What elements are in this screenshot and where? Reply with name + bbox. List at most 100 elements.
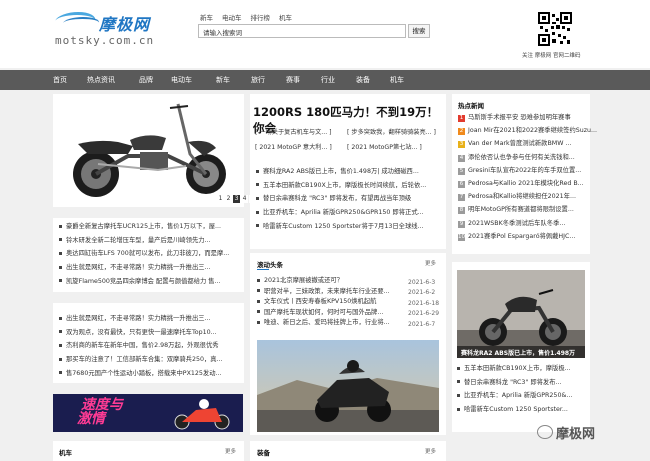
hot-news-item[interactable]: 2 Joan Mir在2021和2022赛季继续签约Suzu... [458, 125, 598, 136]
slider-dot-active[interactable]: 3 [233, 195, 240, 203]
search-input[interactable]: 请输入搜索词 [198, 24, 406, 38]
hero-slider[interactable]: 1 2 3 4 5 [53, 94, 256, 207]
hot-news-item[interactable]: 9 2021WSBK冬季测试后车队冬季... [458, 218, 565, 228]
list-item[interactable]: 赛科龙RA2 ABS版已上市，售价1.498万| 成功细磁西... [256, 165, 444, 179]
hot-news-item[interactable]: 6 Pedrosa与Kallio 2021年模块化Red B... [458, 178, 584, 188]
date: 2021-6-7 [408, 321, 436, 328]
toplink[interactable]: 排行榜 [251, 12, 271, 22]
nav-item-industry[interactable]: 行业 [321, 70, 335, 90]
list-item[interactable]: 哈雷新车Custom 1250 Sportster将于7月13日全球线... [256, 220, 444, 234]
touring-motorcycle-image [257, 340, 439, 432]
banner-text-2: 激情 [77, 411, 105, 427]
slider-dot[interactable]: 2 [225, 195, 232, 203]
headline-link[interactable]: [ 2021 MotoGP第七站... ] [347, 142, 422, 151]
toplink[interactable]: 电动车 [222, 12, 242, 22]
search-button[interactable]: 搜索 [408, 24, 430, 38]
right-photo-panel: 赛科龙RA2 ABS版已上市，售价1.498万 五羊本田新款CB190X上市，摩… [452, 262, 590, 432]
hot-news-title: 马斯斯手术报平安 恐难参加明年赛事 [468, 114, 571, 121]
list-item[interactable]: 文车仪式丨西安寿春板KPV150焕机起航 [257, 297, 407, 308]
section-title: 滚动头条 [257, 261, 283, 269]
list-item[interactable]: 职营对半，三妹政策，未来摩托车行业还要... [257, 287, 407, 298]
list-item[interactable]: 2021北京摩展被撤或还可？ [257, 276, 407, 287]
slider-dot[interactable]: 4 [241, 195, 248, 203]
hot-news-item[interactable]: 1 马斯斯手术报平安 恐难参加明年赛事 [458, 112, 571, 122]
section-underline [257, 269, 269, 270]
list-item[interactable]: 凯旋Flame500竞品四余摩博会 配置与颜值都给力 售... [59, 275, 241, 289]
nav-item-home[interactable]: 首页 [53, 70, 67, 90]
banner-rider-icon [174, 399, 230, 430]
nav-item-travel[interactable]: 旅行 [251, 70, 265, 90]
hot-news-title: 2021WSBK冬季测试后车队冬季... [468, 219, 566, 227]
hot-news-title: Gresini车队宣布2022年的车手双位置... [468, 166, 582, 174]
nav-item-brand[interactable]: 品牌 [139, 70, 153, 90]
toplink[interactable]: 新车 [200, 12, 213, 22]
list-item[interactable]: 那买车的注意了！工信部新车合集：双摩骑兵250，真... [59, 353, 241, 367]
motorcycle-image [58, 94, 238, 204]
list-item[interactable]: 出生就是网红，不走寻常路！实力精挑一升推出三... [59, 312, 241, 326]
left-news-list-a: 豪爵全新复古摩托车UCR125上市，售价1万以下，屋... 铃木研发全新二轮增压… [53, 218, 244, 292]
hot-news-item[interactable]: 10 2021赛季Pol Espargaró将佩戴HJC... [458, 231, 575, 241]
slider-dot[interactable]: 1 [217, 195, 224, 203]
more-link[interactable]: 更多 [425, 447, 436, 455]
hot-news-title: 添伦依否认也争参与任何有关洗钱和... [468, 153, 575, 161]
hot-news-item[interactable]: 7 Pedrosa和Kallio将继续担任2021年... [458, 191, 576, 202]
nav-item-moto[interactable]: 机车 [390, 70, 404, 90]
main-nav: 首页 热点资讯 品牌 电动车 新车 旅行 赛事 行业 装备 机车 [0, 70, 650, 90]
list-item[interactable]: 比亚乔机车：Aprilia 新版GPR250&... [457, 389, 587, 403]
section-gear: 装备 更多 [250, 441, 446, 461]
motorcycle-photo[interactable] [457, 270, 585, 358]
hot-news-title: Joan Mir在2021和2022赛季继续签约Suzu... [468, 127, 598, 135]
watermark-icon [537, 425, 553, 439]
site-logo[interactable]: 摩极网 motsky.com.cn [51, 8, 170, 48]
ad-banner[interactable]: 速度与 激情 [53, 394, 243, 432]
list-item[interactable]: 奥达四缸街车LFS 700就可以发布，此刀非彼刀，而是摩... [59, 247, 241, 261]
list-item[interactable]: 唯迪、新日之后、爱玛将挂牌上市，行业将... [257, 318, 407, 329]
nav-item-new[interactable]: 新车 [216, 70, 230, 90]
rolling-news-panel: 滚动头条 更多 2021北京摩展被撤或还可？ 职营对半，三妹政策，未来摩托车行业… [250, 253, 446, 435]
nav-item-gear[interactable]: 装备 [356, 70, 370, 90]
list-item[interactable]: 替日余串赛科龙 "RC3" 即将发布... [457, 376, 587, 390]
hot-news-item[interactable]: 4 添伦依否认也争参与任何有关洗钱和... [458, 152, 575, 162]
list-item[interactable]: 替日余串赛科龙 "RC3" 即将发布，有望再战当年顶级 [256, 192, 444, 206]
rank-badge: 8 [458, 207, 465, 215]
top-links: 新车 电动车 排行榜 机车 [200, 12, 292, 22]
nav-item-electric[interactable]: 电动车 [171, 70, 192, 90]
headline-link[interactable]: [ 一场关于复古机车与文... ] [255, 127, 332, 136]
hot-news-item[interactable]: 5 Gresini车队宣布2022年的车手双位置... [458, 165, 581, 175]
rank-badge: 1 [458, 115, 465, 122]
list-item[interactable]: 出生就是网红，不走寻常路！实力精挑一升推出三... [59, 261, 241, 275]
toplink[interactable]: 机车 [279, 12, 292, 22]
list-item[interactable]: 比亚乔机车：Aprilia 新版GPR250&GPR150 即将正式... [256, 206, 444, 220]
list-item[interactable]: 豪爵全新复古摩托车UCR125上市，售价1万以下，屋... [59, 220, 241, 234]
nav-item-race[interactable]: 赛事 [286, 70, 300, 90]
rank-badge: 4 [458, 154, 465, 162]
section-title: 热点新闻 [458, 102, 484, 110]
more-link[interactable]: 更多 [425, 259, 436, 267]
list-item[interactable]: 哈雷新车Custom 1250 Sportster... [457, 403, 587, 417]
logo-name: 摩极网 [99, 15, 151, 34]
logo-swoosh2-icon [60, 17, 102, 29]
list-item[interactable]: 杰利商的新车在新年中国，售价2.98万起，外观很优秀 [59, 339, 241, 353]
date: 2021-6-3 [408, 279, 436, 286]
hot-news-item[interactable]: 8 明年MotoGP所有赛道都将限制设置... [458, 204, 574, 215]
headline-link[interactable]: [ 2021 MotoGP 意大利... ] [255, 142, 332, 151]
hot-news-panel: 热点新闻 1 马斯斯手术报平安 恐难参加明年赛事 2 Joan Mir在2021和20… [452, 94, 597, 254]
qr-caption: 关注 摩极网 官网二维码 [522, 53, 581, 59]
list-item[interactable]: 铃木研发全新二轮增压车型，量产后是川崎领先力... [59, 234, 241, 248]
headline-link[interactable]: [ 步多突致我，翻样骑骑装亮... ] [347, 127, 436, 136]
left-news-list-b: 出生就是网红，不走寻常路！实力精挑一升推出三... 双为观点，没有最快，只有更快… [53, 303, 244, 383]
list-item[interactable]: 国产摩托车现状如何，何时可与国外品牌... [257, 308, 407, 319]
hot-news-title: 2021赛季Pol Espargaró将佩戴HJC... [468, 232, 576, 240]
watermark: 摩极网 [556, 427, 596, 442]
photo-caption: 赛科龙RA2 ABS版已上市，售价1.498万 [461, 350, 576, 357]
nav-item-news[interactable]: 热点资讯 [87, 70, 115, 90]
hot-news-item[interactable]: 3 Van der Mark曾度测试新款BMW ... [458, 138, 571, 149]
header: 摩极网 motsky.com.cn 新车 电动车 排行榜 机车 请输入搜索词 搜… [0, 0, 650, 68]
headline-panel: 1200RS 180匹马力！不到19万！你会 [ 一场关于复古机车与文... ]… [250, 94, 446, 249]
list-item[interactable]: 五羊本田新款CB190X上市，摩版极长时间续航，后轮依... [256, 179, 444, 193]
list-item[interactable]: 五羊本田新款CB190X上市，摩版极... [457, 362, 587, 376]
list-item[interactable]: 售7680元国产个性运动小踏板，搭载来中PX125发动... [59, 367, 241, 381]
rank-badge: 7 [458, 194, 465, 202]
list-item[interactable]: 双为观点，没有最快，只有更快一最速摩托车Top10... [59, 326, 241, 340]
more-link[interactable]: 更多 [225, 447, 236, 455]
